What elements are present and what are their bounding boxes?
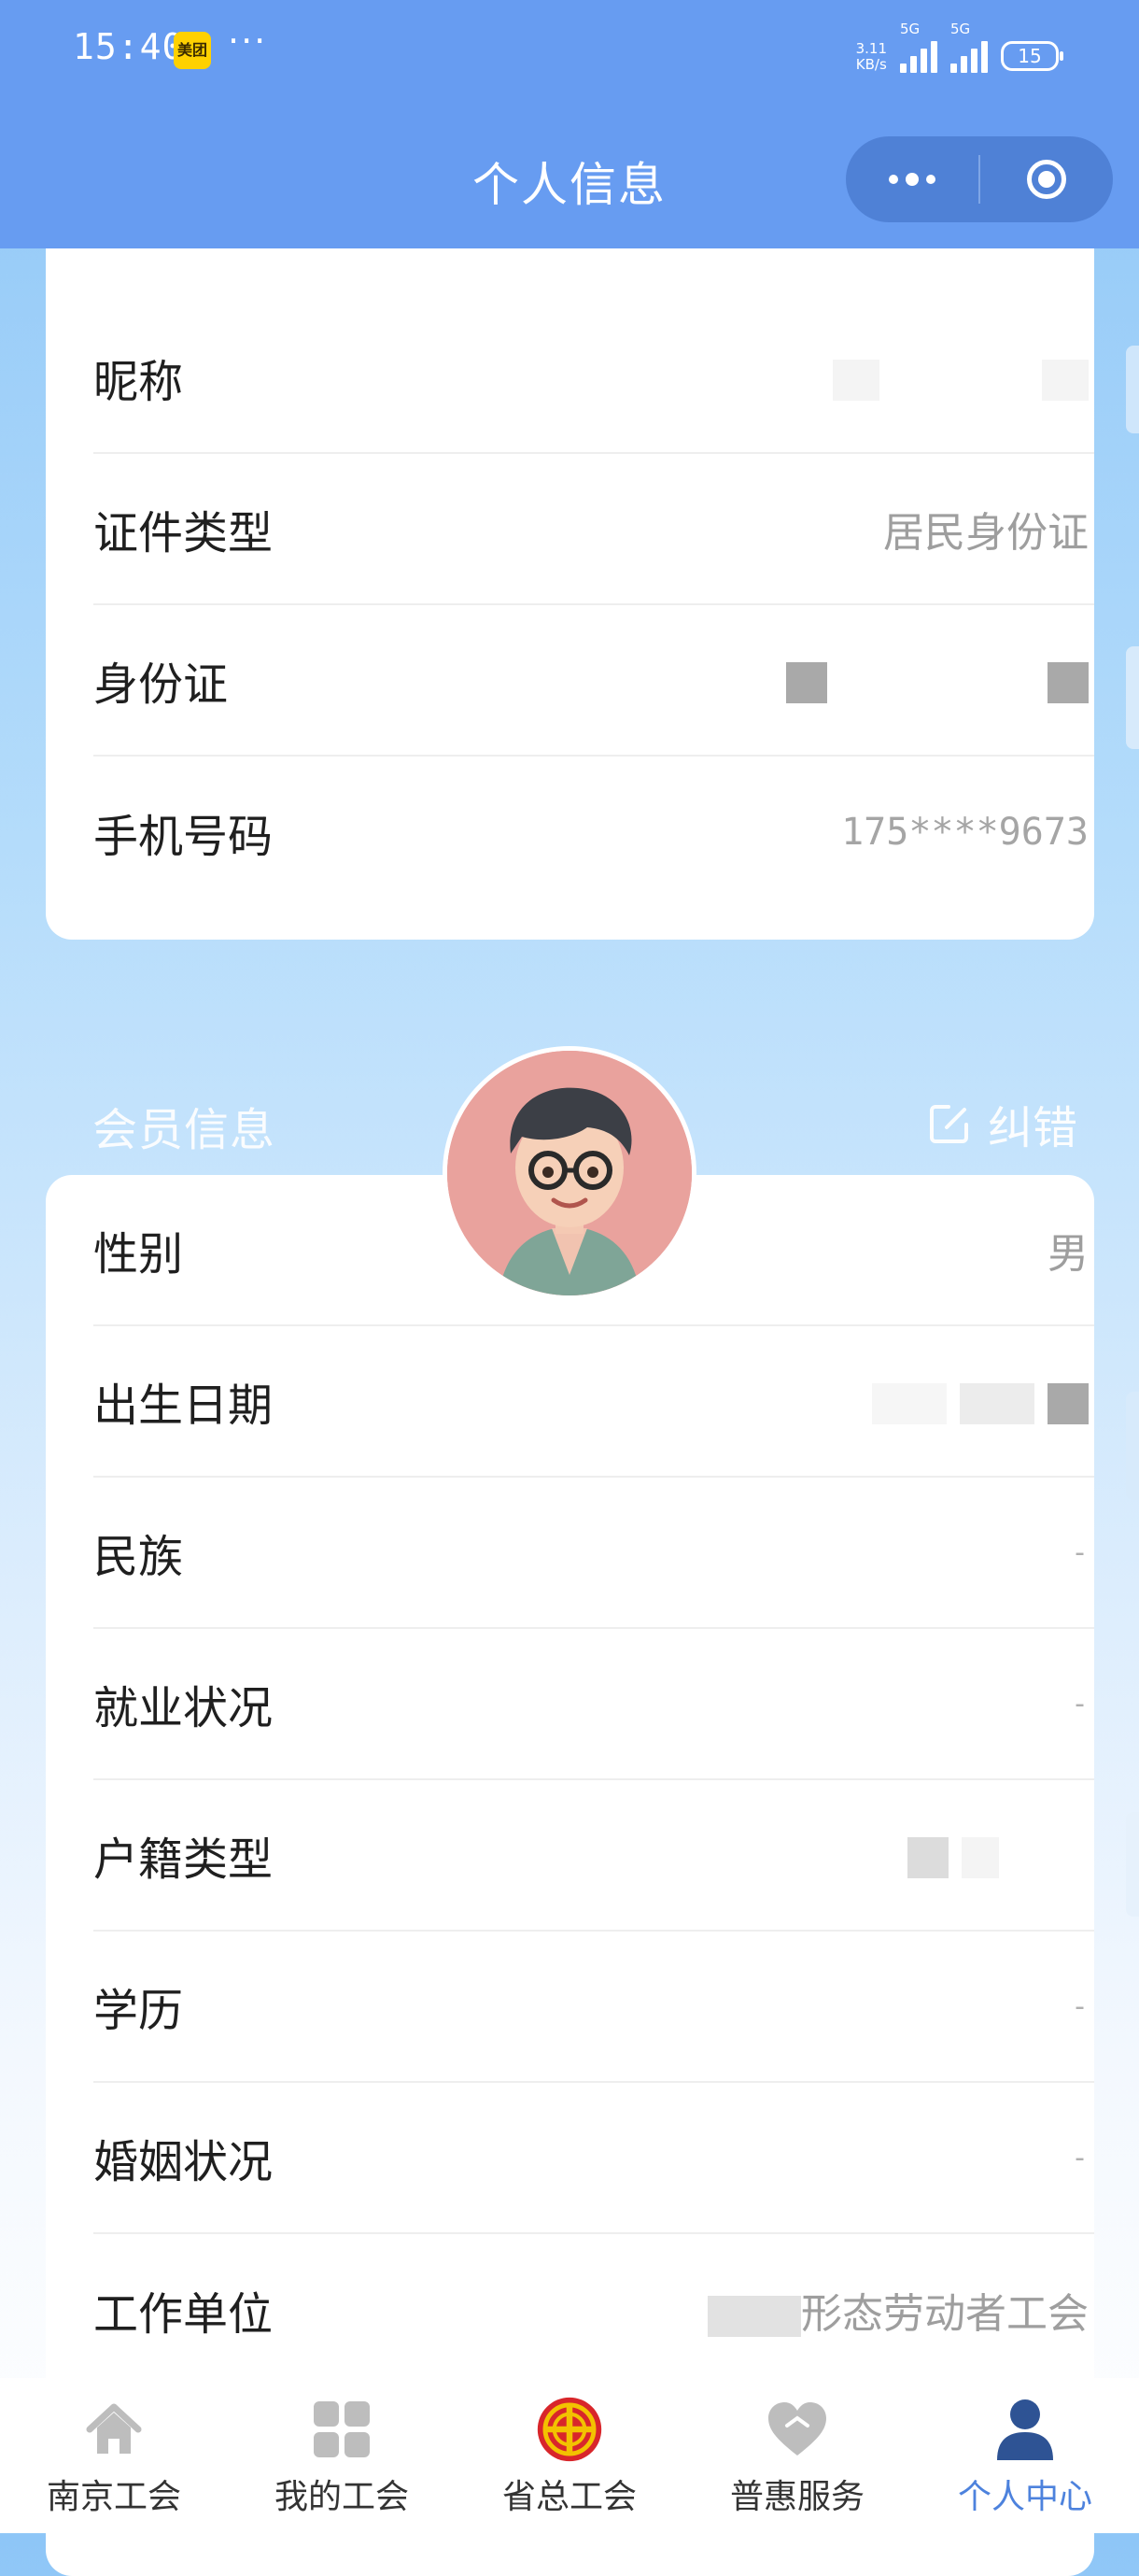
gender-value: 男	[1048, 1230, 1089, 1278]
member-row-household[interactable]: 户籍类型	[93, 1780, 1094, 1932]
id-type-label: 证件类型	[93, 507, 274, 559]
tab-label: 普惠服务	[729, 2478, 865, 2516]
tab-benefit-services[interactable]: 普惠服务	[683, 2378, 911, 2533]
member-row-employment[interactable]: 就业状况 -	[93, 1629, 1094, 1780]
redacted-block	[872, 1382, 947, 1424]
tab-personal-center[interactable]: 个人中心	[911, 2378, 1139, 2533]
top-bar: 15:40 美团 ··· 3.11 KB/s 5G 5G 15 个人信息	[0, 0, 1139, 248]
nickname-label: 昵称	[93, 356, 184, 408]
side-handle	[1126, 346, 1139, 433]
person-icon	[992, 2397, 1058, 2462]
home-icon	[81, 2397, 147, 2462]
signal-2-label: 5G	[950, 21, 971, 37]
mini-program-capsule	[846, 136, 1113, 222]
tab-label: 个人中心	[957, 2478, 1092, 2516]
redacted-block	[1042, 359, 1089, 401]
edit-icon	[929, 1105, 968, 1143]
avatar	[443, 1046, 696, 1300]
nickname-value	[833, 354, 1094, 402]
heart-icon	[765, 2397, 830, 2462]
member-info-card: 性别 男 出生日期 民族 - 就业状况 - 户籍类型 学历 - 婚姻状况 - 工…	[46, 1175, 1094, 2576]
tab-my-union[interactable]: 我的工会	[228, 2378, 456, 2533]
education-label: 学历	[93, 1985, 184, 2037]
member-row-employer[interactable]: 工作单位 形态劳动者工会	[93, 2234, 1094, 2385]
employer-value: 形态劳动者工会	[708, 2280, 1094, 2340]
battery-icon: 15	[1001, 41, 1063, 71]
side-handle	[1126, 1392, 1139, 1500]
status-more-icon: ···	[228, 21, 268, 62]
phone-value: 175****9673	[841, 811, 1089, 854]
correct-button[interactable]: 纠错	[928, 1091, 1077, 1156]
employer-label: 工作单位	[93, 2288, 274, 2341]
birthdate-value	[872, 1378, 1094, 1425]
id-card-label: 身份证	[93, 658, 229, 711]
redacted-block	[708, 2296, 801, 2337]
tab-nanjing-union[interactable]: 南京工会	[0, 2378, 228, 2533]
employment-value: -	[1075, 1687, 1085, 1720]
info-row-id-type[interactable]: 证件类型 居民身份证	[93, 454, 1094, 605]
signal-1-label: 5G	[900, 21, 921, 37]
member-row-ethnicity[interactable]: 民族 -	[93, 1478, 1094, 1629]
close-mini-program-button[interactable]	[980, 136, 1113, 222]
education-value: -	[1075, 1989, 1085, 2023]
info-row-id-card[interactable]: 身份证	[93, 605, 1094, 757]
marital-value: -	[1075, 2141, 1085, 2174]
target-icon	[1027, 160, 1066, 199]
redacted-block	[962, 1836, 999, 1878]
id-type-value: 居民身份证	[883, 509, 1089, 557]
phone-label: 手机号码	[93, 811, 274, 863]
tab-label: 我的工会	[274, 2478, 409, 2516]
signal-icon-2: 5G	[950, 21, 988, 73]
side-handle	[1126, 1812, 1139, 1917]
union-emblem-icon	[537, 2397, 602, 2462]
redacted-block	[1048, 661, 1089, 703]
redacted-block	[786, 661, 827, 703]
tab-provincial-union[interactable]: 省总工会	[456, 2378, 683, 2533]
household-label: 户籍类型	[93, 1833, 274, 1886]
tab-label: 南京工会	[46, 2478, 181, 2516]
marital-label: 婚姻状况	[93, 2136, 274, 2188]
id-card-value	[786, 657, 1094, 704]
meituan-app-icon: 美团	[174, 32, 211, 69]
redacted-block	[1048, 1382, 1089, 1424]
more-dots-icon	[889, 173, 935, 186]
more-options-button[interactable]	[846, 136, 978, 222]
tab-label: 省总工会	[501, 2478, 637, 2516]
employment-label: 就业状况	[93, 1682, 274, 1734]
side-handle	[1126, 646, 1139, 749]
gender-label: 性别	[93, 1228, 184, 1281]
info-row-phone[interactable]: 手机号码 175****9673	[93, 757, 1094, 908]
redacted-block	[907, 1836, 949, 1878]
member-row-birthdate[interactable]: 出生日期	[93, 1326, 1094, 1478]
ethnicity-label: 民族	[93, 1531, 184, 1583]
household-value	[907, 1832, 1094, 1879]
bottom-tab-bar: 南京工会 我的工会 省总工会 普惠服务 个人中心	[0, 2378, 1139, 2533]
redacted-block	[960, 1382, 1034, 1424]
member-row-marital[interactable]: 婚姻状况 -	[93, 2083, 1094, 2234]
basic-info-card: 昵称 证件类型 居民身份证 身份证 手机号码 175****9673	[46, 168, 1094, 940]
correct-label: 纠错	[987, 1102, 1077, 1154]
employer-text: 形态劳动者工会	[801, 2290, 1089, 2338]
signal-icon: 5G	[900, 21, 937, 73]
avatar-illustration	[447, 1051, 692, 1295]
ethnicity-value: -	[1075, 1536, 1085, 1569]
speed-value: 3.11	[855, 40, 887, 57]
member-row-education[interactable]: 学历 -	[93, 1932, 1094, 2083]
status-time: 15:40	[73, 26, 185, 67]
member-info-title: 会员信息	[92, 1104, 276, 1156]
status-indicators: 3.11 KB/s 5G 5G 15	[856, 21, 1063, 73]
speed-unit: KB/s	[855, 56, 887, 73]
birthdate-label: 出生日期	[93, 1380, 274, 1432]
info-row-nickname[interactable]: 昵称	[93, 303, 1094, 454]
network-speed: 3.11 KB/s	[856, 41, 887, 73]
redacted-block	[833, 359, 879, 401]
grid-icon	[309, 2397, 374, 2462]
